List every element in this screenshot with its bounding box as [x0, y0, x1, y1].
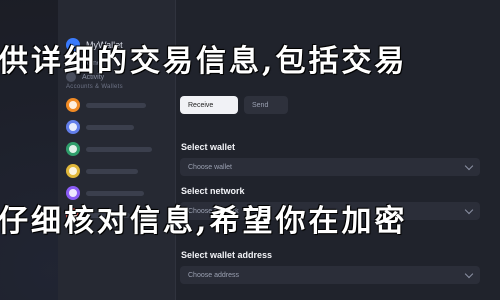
chevron-down-icon — [464, 269, 474, 278]
tab-send-label: Send — [252, 101, 269, 109]
wallet-token-icon — [66, 142, 80, 156]
wallet-item[interactable] — [66, 96, 170, 114]
select-wallet-label: Select wallet — [181, 142, 236, 152]
tab-receive[interactable]: Receive — [180, 96, 238, 114]
wallet-item[interactable] — [66, 140, 170, 158]
select-wallet-value: Choose wallet — [188, 163, 232, 171]
wallet-address-value: Choose address — [188, 271, 239, 279]
chevron-down-icon — [464, 161, 474, 170]
wallet-name-placeholder — [86, 190, 144, 196]
section-caption: Accounts & Wallets — [66, 84, 123, 90]
wallet-address-label: Select wallet address — [181, 250, 273, 260]
wallet-name-placeholder — [86, 146, 152, 152]
select-wallet-dropdown[interactable]: Choose wallet — [180, 158, 480, 176]
wallet-token-icon — [66, 120, 80, 134]
select-network-label: Select network — [181, 186, 245, 196]
wallet-name-placeholder — [86, 124, 134, 130]
wallet-token-icon — [66, 164, 80, 178]
overlay-text-line-1: 供详细的交易信息,包括交易 — [0, 44, 408, 79]
wallet-name-placeholder — [86, 102, 146, 108]
wallet-item[interactable] — [66, 162, 170, 180]
tab-receive-label: Receive — [188, 101, 214, 109]
wallet-address-dropdown[interactable]: Choose address — [180, 266, 480, 284]
chevron-down-icon — [464, 205, 474, 214]
wallet-name-placeholder — [86, 168, 138, 174]
wallet-item[interactable] — [66, 118, 170, 136]
tab-send[interactable]: Send — [244, 96, 288, 114]
overlay-text-line-2: 仔细核对信息,希望你在加密 — [0, 204, 408, 239]
wallet-token-icon — [66, 98, 80, 112]
